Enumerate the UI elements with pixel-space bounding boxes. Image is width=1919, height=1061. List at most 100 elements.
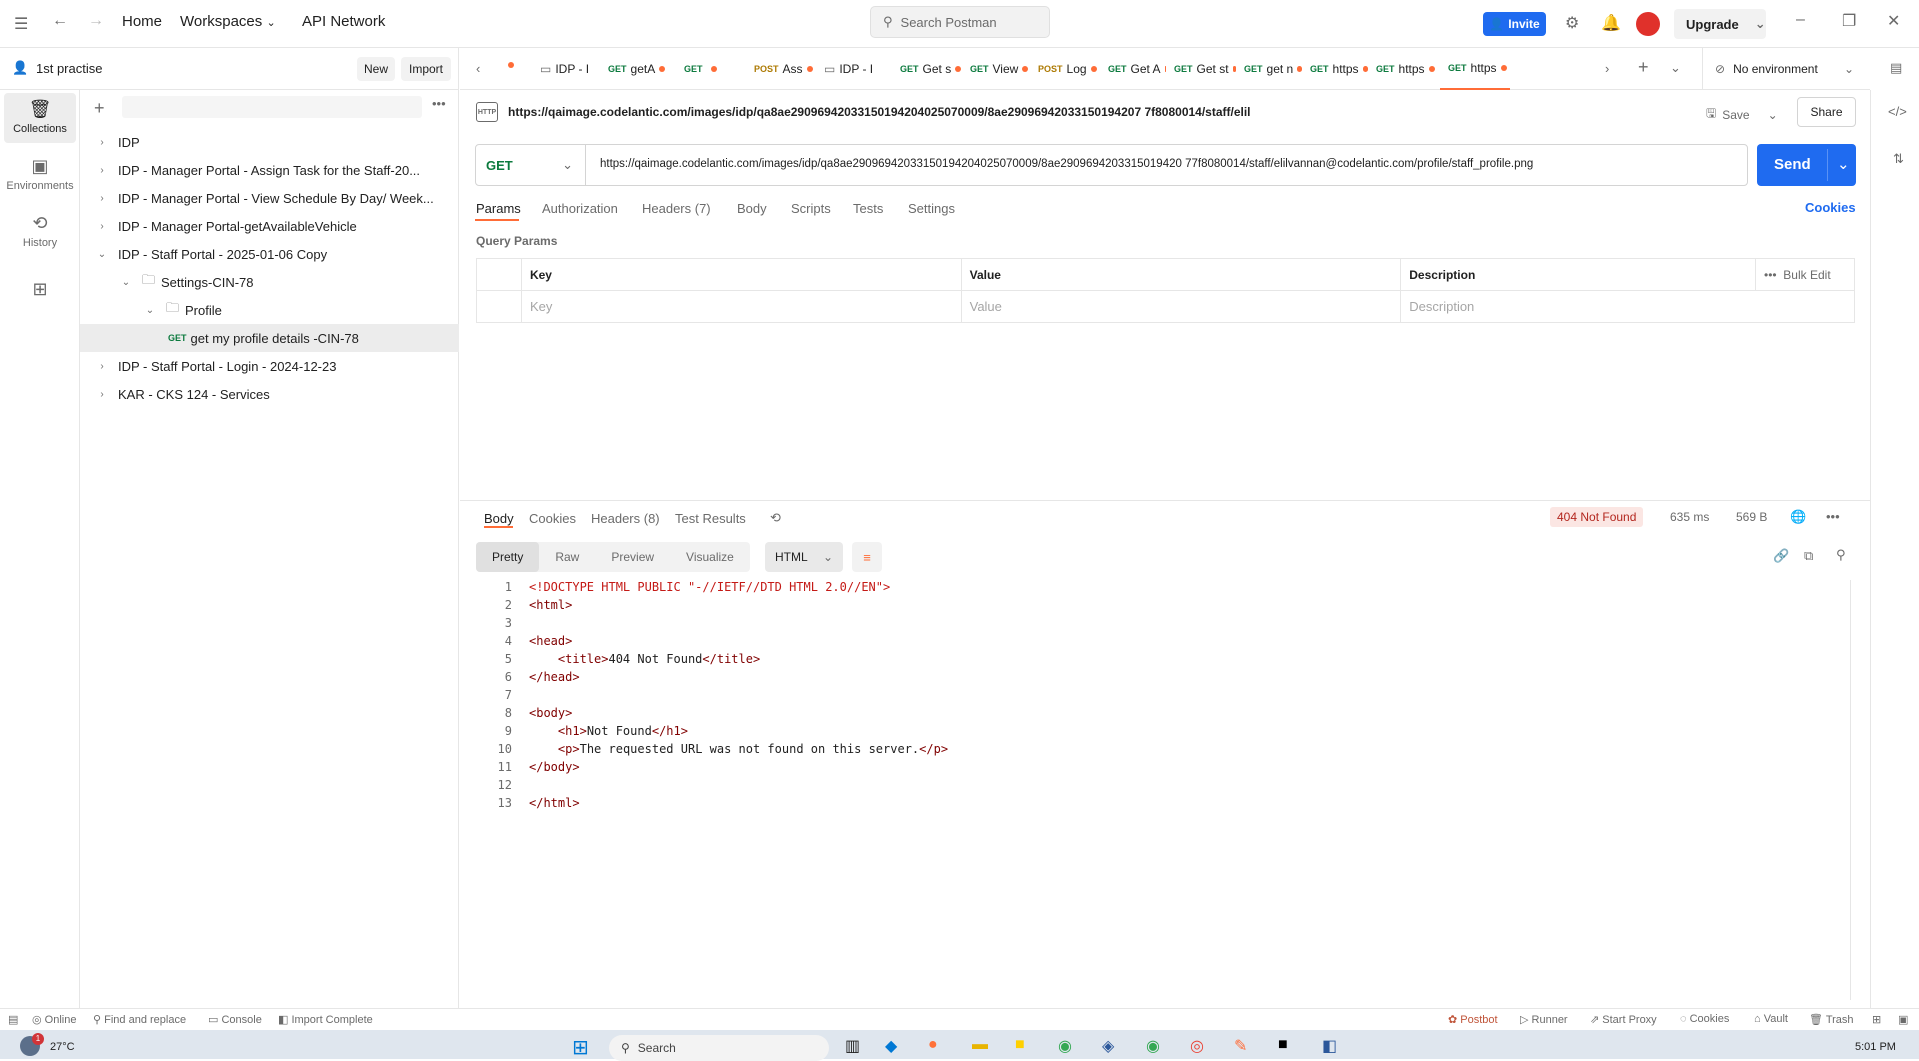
code-line[interactable]: 9 <h1>Not Found</h1> (476, 722, 688, 740)
tree-item[interactable]: GET get my profile details -CIN-78 (80, 324, 459, 352)
request-tab[interactable]: GET View (962, 48, 1030, 90)
chevron-right-icon[interactable]: › (96, 137, 108, 148)
response-time[interactable]: 635 ms (1670, 510, 1709, 524)
format-select[interactable]: HTML ⌄ (765, 542, 843, 572)
copilot-icon[interactable]: ◆ (885, 1036, 897, 1056)
code-line[interactable]: 10 <p>The requested URL was not found on… (476, 740, 949, 758)
response-size[interactable]: 569 B (1736, 510, 1767, 524)
chrome-icon[interactable]: ◉ (1146, 1036, 1160, 1056)
chevron-down-icon[interactable]: ⌄ (120, 277, 132, 288)
back-arrow-icon[interactable]: ← (52, 12, 68, 30)
tree-item[interactable]: › IDP - Manager Portal-getAvailableVehicl… (80, 212, 459, 240)
chevron-left-icon[interactable]: ‹ (476, 61, 480, 76)
bulk-edit-button[interactable]: ••• Bulk Edit (1755, 258, 1855, 291)
request-tab[interactable]: GET Get s (892, 48, 962, 90)
send-button[interactable]: Send ⌄ (1757, 144, 1856, 186)
minimize-icon[interactable]: – (1796, 11, 1805, 29)
chevron-right-icon[interactable]: › (96, 221, 108, 232)
chevron-down-icon[interactable]: ⌄ (1670, 60, 1681, 76)
view-option[interactable]: Preview (595, 542, 670, 572)
code-line[interactable]: 12 (476, 776, 529, 794)
request-subtab[interactable]: Params (476, 201, 521, 216)
code-line[interactable]: 4 <head> (476, 632, 573, 650)
view-option[interactable]: Raw (539, 542, 595, 572)
response-tab[interactable]: Headers (8) (591, 511, 660, 526)
share-button[interactable]: Share (1797, 97, 1856, 127)
chevron-down-icon[interactable]: ⌄ (1755, 16, 1766, 32)
search-icon[interactable]: ⚲ (1836, 547, 1846, 563)
request-tab[interactable]: ▭ IDP - I (532, 48, 600, 90)
request-tab[interactable]: GET Get A (1100, 48, 1166, 90)
code-line[interactable]: 2 <html> (476, 596, 573, 614)
maximize-icon[interactable]: ❐ (1842, 11, 1856, 31)
postbot[interactable]: ✿ Postbot (1448, 1013, 1498, 1026)
temperature[interactable]: 27°C (50, 1041, 75, 1053)
vault[interactable]: ⌂ Vault (1754, 1013, 1788, 1025)
tree-item[interactable]: ⌄ IDP - Staff Portal - 2025-01-06 Copy (80, 240, 459, 268)
api-network-link[interactable]: API Network (302, 13, 385, 30)
request-tab[interactable]: GET https (1368, 48, 1440, 90)
request-tab[interactable]: GET https (1440, 48, 1510, 90)
history-icon[interactable]: ⟲ (770, 510, 781, 526)
rail-environments[interactable]: ▣ Environments (4, 150, 76, 200)
response-tab[interactable]: Test Results (675, 511, 746, 526)
view-option[interactable]: Visualize (670, 542, 750, 572)
search-box[interactable]: ⚲ Search Postman (870, 6, 1050, 38)
more-icon[interactable]: ••• (432, 96, 446, 111)
chevron-down-icon[interactable]: ⌄ (96, 249, 108, 260)
request-tab[interactable]: GET get n (1236, 48, 1302, 90)
value-input[interactable]: Value (960, 290, 1402, 323)
tree-item[interactable]: › IDP - Staff Portal - Login - 2024-12-23 (80, 352, 459, 380)
request-subtab[interactable]: Settings (908, 201, 955, 216)
taskbar-search[interactable]: ⚲ Search (609, 1035, 829, 1061)
postman-icon[interactable]: ✎ (1234, 1036, 1247, 1056)
code-line[interactable]: 7 (476, 686, 529, 704)
chevron-right-icon[interactable]: › (96, 361, 108, 372)
plus-icon[interactable]: + (94, 98, 105, 119)
request-title[interactable]: https://qaimage.codelantic.com/images/id… (508, 105, 1251, 119)
response-tab[interactable]: Body (484, 511, 514, 526)
tree-item[interactable]: › KAR - CKS 124 - Services (80, 380, 459, 408)
firefox-icon[interactable]: ● (928, 1036, 938, 1054)
save-button[interactable]: 🖫 Save ⌄ (1706, 104, 1778, 125)
method-select[interactable]: GET ⌄ (476, 145, 586, 185)
tree-item[interactable]: ⌄ 🗀 Settings-CIN-78 (80, 268, 459, 296)
forward-arrow-icon[interactable]: → (88, 12, 104, 30)
request-subtab[interactable]: Body (737, 201, 767, 216)
tree-item[interactable]: › IDP - Manager Portal - View Schedule By… (80, 184, 459, 212)
globe-icon[interactable]: 🌐 (1790, 509, 1806, 525)
cookies[interactable]: ◌ Cookies (1680, 1013, 1729, 1025)
code-line[interactable]: 3 (476, 614, 529, 632)
wrap-lines-icon[interactable]: ≡ (852, 542, 882, 572)
start-proxy[interactable]: ⇗ Start Proxy (1590, 1013, 1657, 1026)
import-button[interactable]: Import (401, 57, 451, 81)
info-icon[interactable]: ⇅ (1893, 151, 1904, 167)
request-tab[interactable]: GET Get st (1166, 48, 1236, 90)
key-input[interactable]: Key (520, 290, 962, 323)
sidebar-toggle-icon[interactable]: ▤ (1890, 60, 1902, 76)
status-badge[interactable]: 404 Not Found (1550, 507, 1644, 527)
close-icon[interactable]: ✕ (1887, 11, 1900, 31)
url-input[interactable]: https://qaimage.codelantic.com/images/id… (600, 158, 1740, 170)
new-tab-plus-icon[interactable]: + (1638, 57, 1649, 78)
online-status[interactable]: ◎ Online (32, 1013, 76, 1026)
code-line[interactable]: 8 <body> (476, 704, 573, 722)
home-link[interactable]: Home (122, 13, 162, 30)
code-line[interactable]: 5 <title>404 Not Found</title> (476, 650, 760, 668)
import-complete[interactable]: ◧ Import Complete (278, 1013, 373, 1026)
notion-icon[interactable]: ■ (1278, 1036, 1288, 1054)
teams-icon[interactable]: ◈ (1102, 1036, 1114, 1056)
link-icon[interactable]: 🔗 (1773, 548, 1789, 564)
vscode-icon[interactable]: ◧ (1322, 1036, 1337, 1056)
chevron-down-icon[interactable]: ⌄ (1837, 155, 1850, 173)
request-tab[interactable]: GET (676, 48, 746, 90)
request-tab[interactable]: GET https (1302, 48, 1368, 90)
layout-icon[interactable]: ⊞ (1872, 1013, 1881, 1026)
file-explorer-icon[interactable]: ▬ (972, 1036, 988, 1054)
help-icon[interactable]: ▣ (1898, 1013, 1908, 1026)
filter-input[interactable] (122, 96, 422, 118)
scrollbar[interactable] (1850, 580, 1851, 1000)
request-tab[interactable]: POST Log (1030, 48, 1100, 90)
description-input[interactable]: Description (1400, 290, 1855, 323)
code-line[interactable]: 11 </body> (476, 758, 580, 776)
